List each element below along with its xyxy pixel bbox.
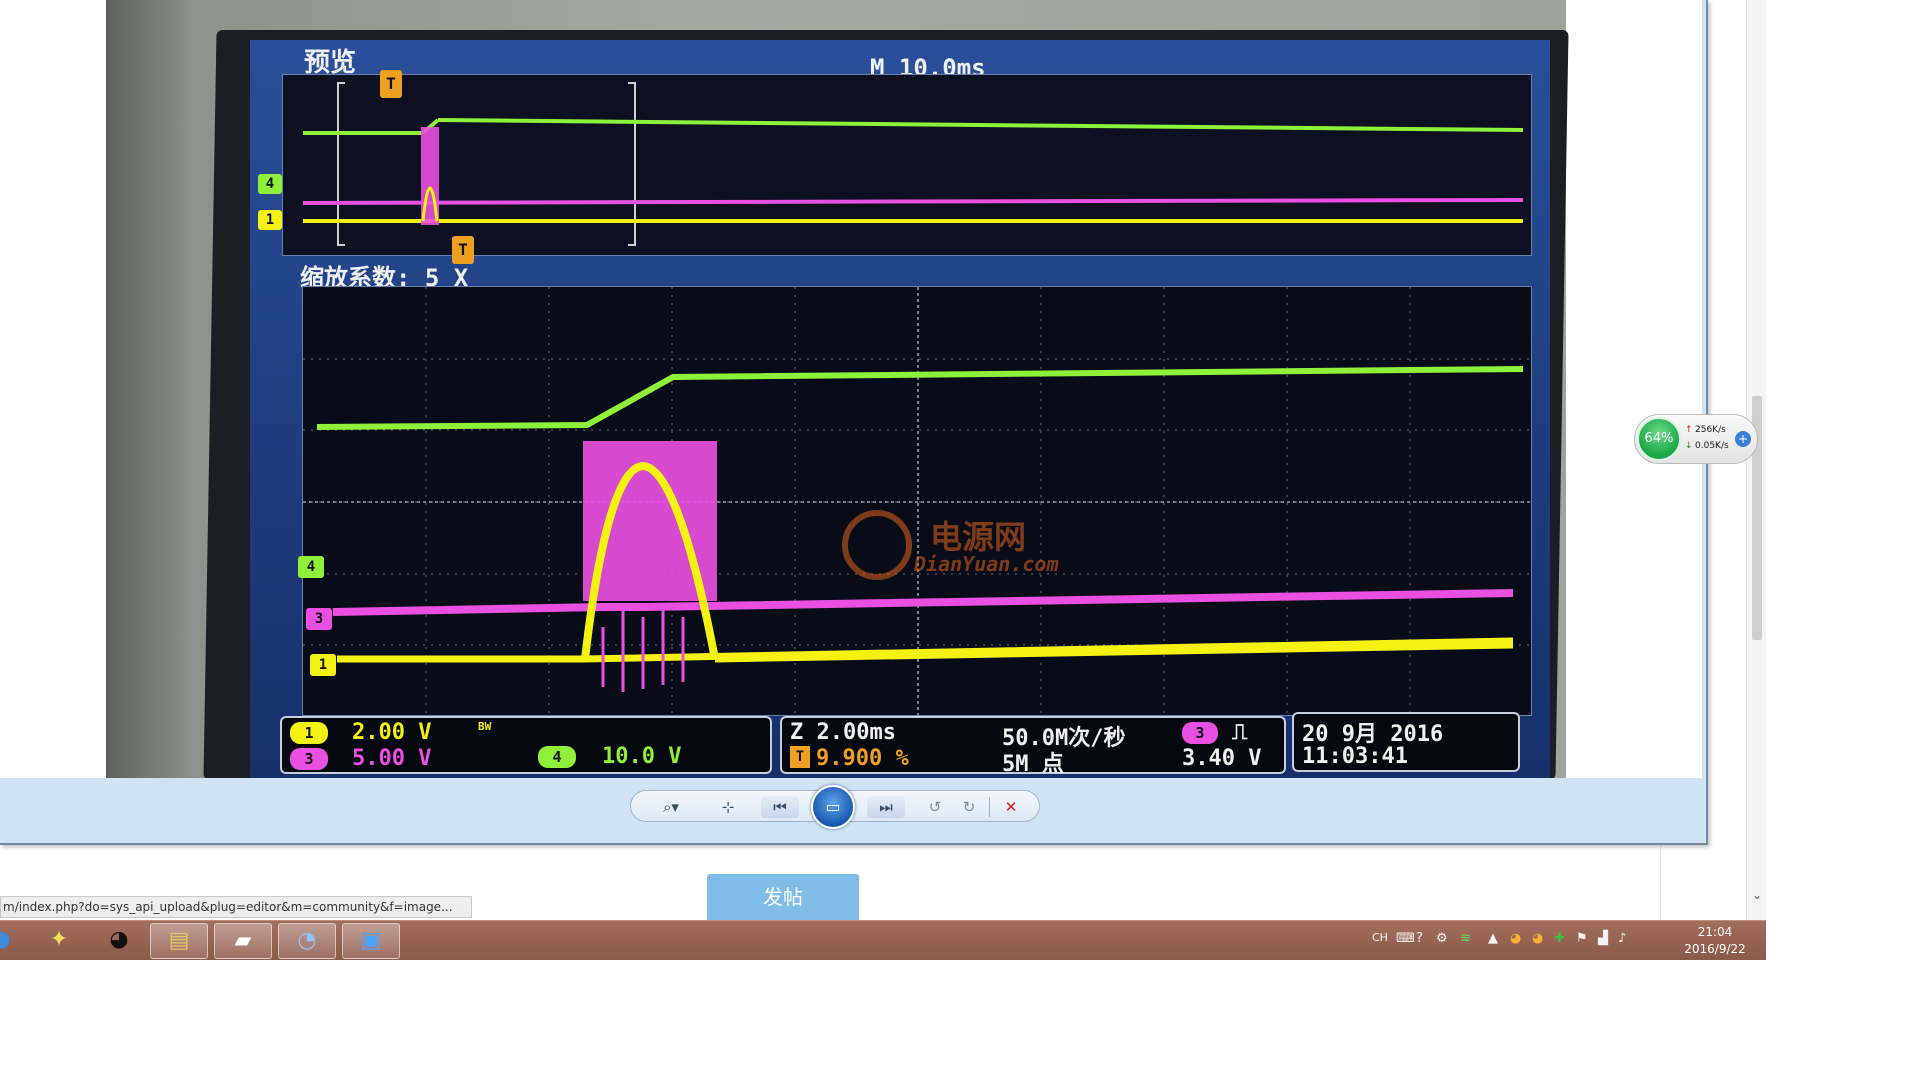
settings-icon[interactable]: ⚙ <box>1436 931 1448 946</box>
ch4-marker-overview: 4 <box>258 174 282 194</box>
ch4-badge: 4 <box>538 746 576 768</box>
trigger-level: 3.40 V <box>1182 746 1262 771</box>
viewer-toolbar: ⌕▾ ⊹ ⏮ ▭ ⏭ ↺ ↻ ✕ <box>0 778 1702 843</box>
book-icon[interactable]: ▰ <box>214 923 272 959</box>
oscilloscope-photo: 预览 M 10.0ms T 4 1 缩放系数: 5 X T 4 3 1 电源网 … <box>0 0 1702 778</box>
scope-screen: 预览 M 10.0ms T 4 1 缩放系数: 5 X T 4 3 1 电源网 … <box>250 40 1550 778</box>
trigger-channel-badge: 3 <box>1182 722 1218 744</box>
clock-date: 2016/9/22 <box>1684 942 1746 956</box>
usage-gauge: 64% <box>1637 417 1681 461</box>
channel-scale-box: 1 2.00 V BW 3 5.00 V 4 10.0 V <box>280 716 772 774</box>
trigger-marker-zoom: T <box>452 236 474 264</box>
delete-icon[interactable]: ✕ <box>997 796 1025 818</box>
photo-viewer-icon[interactable]: ▣ <box>342 923 400 959</box>
trigger-pos-marker: T <box>790 746 810 768</box>
ch1-bw-limit: BW <box>478 720 492 733</box>
zoom-trace-window <box>302 286 1533 717</box>
download-arrow-icon: ↓ <box>1685 441 1693 451</box>
overview-trace-window <box>282 74 1532 256</box>
slideshow-icon[interactable]: ▭ <box>811 785 855 829</box>
post-button[interactable]: 发帖 <box>707 874 859 920</box>
ch4-scale: 10.0 V <box>602 744 682 769</box>
rotate-ccw-icon[interactable]: ↺ <box>921 796 949 818</box>
show-hidden-icons[interactable]: ▲ <box>1488 931 1498 946</box>
toolbar-divider <box>989 797 990 817</box>
qq-icon[interactable]: ◕ <box>90 923 148 959</box>
previous-icon[interactable]: ⏮ <box>761 796 799 818</box>
ch4-marker-zoom: 4 <box>298 556 324 578</box>
help-icon[interactable]: ? <box>1416 931 1423 946</box>
record-length: 5M 点 <box>1002 752 1064 777</box>
trigger-marker-overview: T <box>380 70 402 98</box>
qq-tray-icon-2[interactable]: ◕ <box>1532 931 1543 946</box>
viewer-controls: ⌕▾ ⊹ ⏮ ▭ ⏭ ↺ ↻ ✕ <box>630 785 1040 829</box>
trigger-position: 9.900 % <box>816 746 909 771</box>
action-center-icon[interactable]: ⚑ <box>1576 931 1588 946</box>
scope-time: 11:03:41 <box>1302 744 1408 769</box>
expand-plus-icon[interactable]: + <box>1735 431 1751 447</box>
chrome-icon[interactable]: ● <box>0 923 30 959</box>
upload-rate: 256K/s <box>1695 425 1726 435</box>
ch1-marker-zoom: 1 <box>310 654 336 676</box>
windows-taskbar: ● ✦ ◕ ▤ ▰ ◔ ▣ CH ⌨ ? ⚙ ≋ ▲ ◕ ◕ ✚ ⚑ ▟ ♪ 2… <box>0 920 1766 960</box>
paint-icon[interactable]: ◔ <box>278 923 336 959</box>
vertical-scrollbar[interactable]: ⌄ <box>1746 0 1766 920</box>
fit-window-icon[interactable]: ⊹ <box>713 796 743 818</box>
zoom-timebase: Z 2.00ms <box>790 720 896 745</box>
ch3-scale: 5.00 V <box>352 746 432 771</box>
datetime-box: 20 9月 2016 11:03:41 <box>1292 712 1520 772</box>
trigger-slope-icon: ⎍ <box>1232 720 1248 745</box>
upload-arrow-icon: ↑ <box>1685 425 1693 435</box>
rotate-cw-icon[interactable]: ↻ <box>955 796 983 818</box>
network-icon[interactable]: ✦ <box>30 923 88 959</box>
overview-waveform <box>302 82 1524 246</box>
qq-tray-icon[interactable]: ◕ <box>1510 931 1521 946</box>
wifi-icon[interactable]: ≋ <box>1460 931 1471 946</box>
clock[interactable]: 21:04 2016/9/22 <box>1670 924 1760 958</box>
system-tray: CH ⌨ ? ⚙ ≋ ▲ ◕ ◕ ✚ ⚑ ▟ ♪ 21:04 2016/9/22 <box>1360 921 1766 961</box>
scroll-down-icon[interactable]: ⌄ <box>1750 888 1764 902</box>
input-language[interactable]: CH <box>1372 931 1388 944</box>
watermark-english: DianYuan.com <box>914 552 1059 576</box>
magnifier-icon[interactable]: ⌕▾ <box>653 796 689 818</box>
ch3-marker-zoom: 3 <box>306 608 332 630</box>
next-icon[interactable]: ⏭ <box>867 796 905 818</box>
photo-viewer-window: 预览 M 10.0ms T 4 1 缩放系数: 5 X T 4 3 1 电源网 … <box>0 0 1708 845</box>
ch1-marker-overview: 1 <box>258 210 282 230</box>
status-bar-url: m/index.php?do=sys_api_upload&plug=edito… <box>0 896 472 918</box>
network-speed-widget[interactable]: 64% ↑ 256K/s ↓ 0.05K/s + <box>1634 414 1758 464</box>
file-explorer-icon[interactable]: ▤ <box>150 923 208 959</box>
keyboard-icon[interactable]: ⌨ <box>1396 931 1415 946</box>
ch3-badge: 3 <box>290 748 328 770</box>
scope-status-bar: 1 2.00 V BW 3 5.00 V 4 10.0 V Z 2.00ms T… <box>280 712 1530 777</box>
zoom-waveform <box>303 287 1533 717</box>
network-tray-icon[interactable]: ▟ <box>1598 931 1608 946</box>
clock-time: 21:04 <box>1697 925 1733 939</box>
ch1-badge: 1 <box>290 722 328 744</box>
download-rate: 0.05K/s <box>1695 441 1729 451</box>
ch1-scale: 2.00 V <box>352 720 432 745</box>
timebase-box: Z 2.00ms T 9.900 % 50.0M次/秒 5M 点 3 ⎍ 3.4… <box>780 716 1286 777</box>
browser-window: ⌄ 预览 M 10.0ms T 4 1 缩放系数: 5 X T 4 3 1 电源… <box>0 0 1766 960</box>
volume-icon[interactable]: ♪ <box>1618 931 1626 946</box>
security-icon[interactable]: ✚ <box>1554 931 1565 946</box>
